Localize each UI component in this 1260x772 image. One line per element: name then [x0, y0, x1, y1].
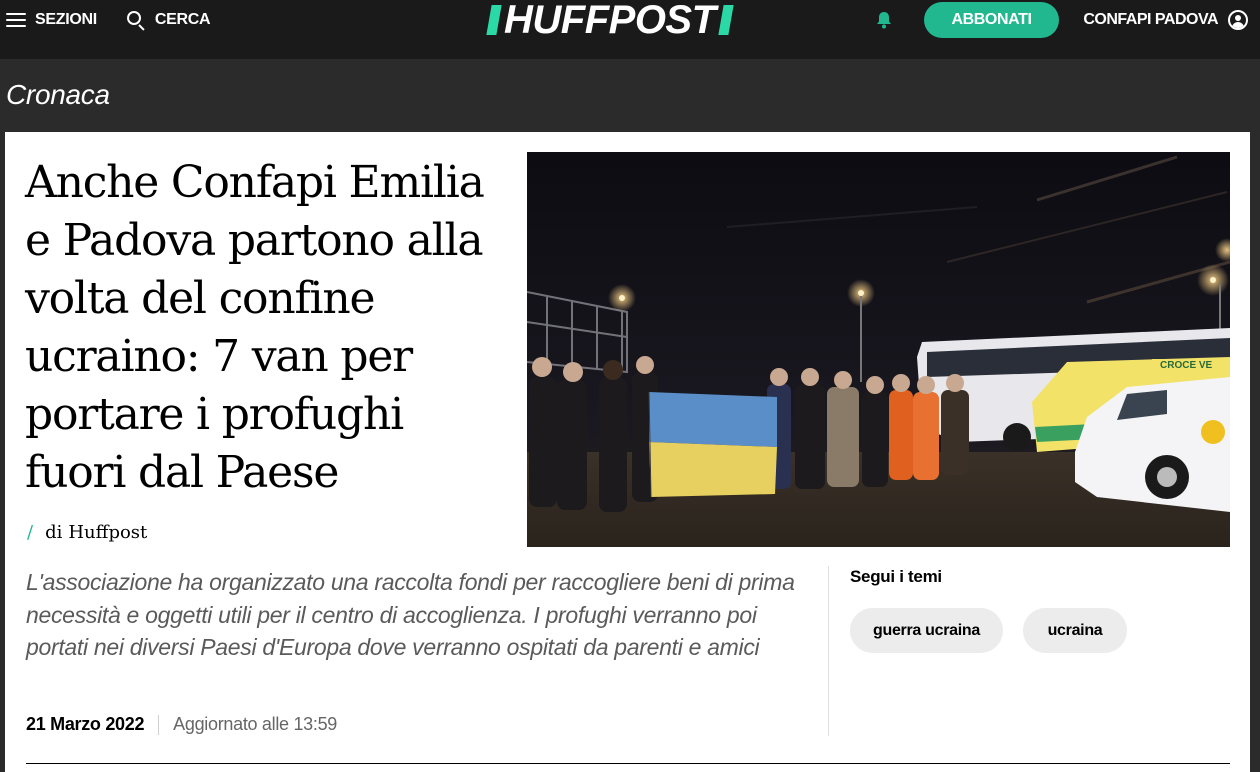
article-deck: L'associazione ha organizzato una raccol…: [26, 569, 795, 660]
account-button[interactable]: CONFAPI PADOVA: [1083, 10, 1248, 30]
article-headline: Anche Confapi Emilia e Padova partono al…: [25, 157, 485, 498]
nav-left: SEZIONI CERCA: [6, 0, 211, 40]
topic-chip[interactable]: guerra ucraina: [850, 608, 1003, 653]
logo-text: HUFFPOST: [504, 0, 716, 42]
search-label: CERCA: [154, 11, 211, 28]
hamburger-icon: [6, 13, 26, 27]
bell-icon[interactable]: [874, 10, 894, 30]
topic-chip[interactable]: ucraina: [1023, 608, 1127, 653]
updated-time: Aggiornato alle 13:59: [173, 714, 338, 734]
search-button[interactable]: CERCA: [126, 11, 211, 31]
top-nav: SEZIONI CERCA HUFFPOST ABBONATI CONFAPI …: [0, 0, 1260, 59]
sections-button[interactable]: SEZIONI: [6, 11, 97, 29]
meta-divider: [158, 714, 160, 735]
logo-bar-right: [717, 5, 734, 35]
topics-title: Segui i temi: [850, 567, 942, 586]
subscribe-button[interactable]: ABBONATI: [924, 2, 1059, 38]
huffpost-logo[interactable]: HUFFPOST: [486, 0, 734, 42]
author-link[interactable]: Huffpost: [68, 522, 147, 543]
search-icon: [126, 11, 145, 31]
article-meta: 21 Marzo 2022 Aggiornato alle 13:59: [26, 714, 337, 735]
user-icon: [1228, 10, 1248, 30]
bus-text: CROCE VE: [1160, 360, 1213, 371]
article-card: Anche Confapi Emilia e Padova partono al…: [5, 132, 1250, 772]
account-label: CONFAPI PADOVA: [1083, 11, 1218, 28]
byline-slash: /: [27, 522, 34, 543]
article-divider: [26, 763, 1230, 764]
byline-prefix: di: [45, 522, 63, 543]
section-link[interactable]: Cronaca: [6, 79, 110, 111]
byline: / di Huffpost: [27, 522, 147, 543]
hero-photo: CROCE VE: [527, 152, 1230, 547]
column-divider: [828, 566, 829, 736]
section-bar: Cronaca: [0, 59, 1260, 132]
logo-bar-left: [486, 5, 502, 35]
publish-date: 21 Marzo 2022: [26, 714, 145, 734]
sections-label: SEZIONI: [35, 11, 97, 28]
hero-image: CROCE VE: [527, 152, 1230, 547]
